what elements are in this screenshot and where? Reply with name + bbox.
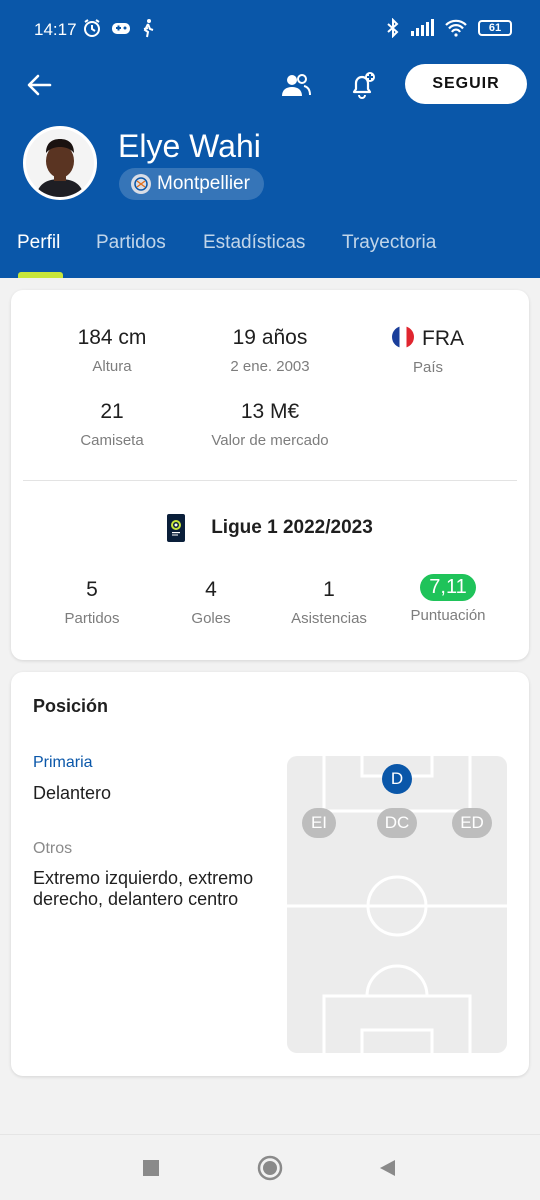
status-bar: 14:17 61 <box>0 0 540 58</box>
market-value-stat: 13 M€ Valor de mercado <box>185 400 355 449</box>
battery-icon: 61 <box>478 20 512 36</box>
follow-button[interactable]: SEGUIR <box>405 64 527 104</box>
player-name: Elye Wahi <box>118 128 261 164</box>
signal-icon <box>411 19 434 36</box>
primary-position-value: Delantero <box>33 783 112 803</box>
active-tab-indicator <box>18 272 63 278</box>
other-positions-value: Extremo izquierdo, extremo derecho, dela… <box>33 868 254 909</box>
other-positions-label: Otros <box>33 840 73 857</box>
wifi-icon <box>445 19 467 37</box>
player-profile: Elye Wahi Montpellier <box>0 124 540 204</box>
player-avatar <box>23 126 97 200</box>
arrow-left-icon <box>27 74 52 96</box>
bell-add-icon <box>352 72 375 99</box>
circle-icon <box>257 1155 283 1181</box>
game-controller-icon <box>112 23 130 34</box>
system-nav-bar <box>0 1134 540 1200</box>
market-value: 13 M€ <box>240 400 300 423</box>
status-time: 14:17 <box>34 20 77 39</box>
position-pitch: D EI DC ED <box>287 756 507 1053</box>
tab-estadisticas[interactable]: Estadísticas <box>203 232 305 254</box>
height-stat: 184 cm Altura <box>27 326 197 375</box>
profile-tabs: Perfil Partidos Estadísticas Trayectoria <box>0 232 540 278</box>
home-button[interactable] <box>257 1155 283 1181</box>
country-stat: FRA País <box>343 326 513 376</box>
bluetooth-icon <box>387 18 399 38</box>
country-label: País <box>412 359 443 376</box>
country-value: FRA <box>422 327 464 350</box>
position-card: Posición Primaria Delantero Otros Extrem… <box>11 672 529 1076</box>
walking-icon <box>143 19 154 38</box>
tab-partidos[interactable]: Partidos <box>96 232 166 254</box>
rating-badge: 7,11 <box>420 574 476 601</box>
club-name: Montpellier <box>157 173 250 194</box>
height-value: 184 cm <box>77 326 147 349</box>
recents-button[interactable] <box>138 1155 164 1181</box>
people-icon <box>282 74 311 96</box>
pitch-position-main: D <box>382 764 412 794</box>
player-photo <box>26 129 94 197</box>
france-flag-icon <box>392 326 414 348</box>
league-title: Ligue 1 2022/2023 <box>211 517 373 538</box>
ligue1-logo-icon <box>167 514 186 542</box>
market-value-label: Valor de mercado <box>211 432 329 449</box>
tab-perfil[interactable]: Perfil <box>17 232 60 254</box>
system-back-button[interactable] <box>374 1155 400 1181</box>
alarm-icon <box>84 19 100 37</box>
tab-trayectoria[interactable]: Trayectoria <box>342 232 436 254</box>
shirt-stat: 21 Camiseta <box>27 400 197 449</box>
pitch-lines <box>287 756 507 1053</box>
triangle-back-icon <box>380 1160 395 1176</box>
square-icon <box>143 1160 159 1176</box>
battery-level: 61 <box>488 22 502 34</box>
rating-label: Puntuación <box>410 607 486 624</box>
position-title: Posición <box>33 696 109 716</box>
app-header: 14:17 61 SEGUIR Elye Wahi Montpellier Pe… <box>0 0 540 278</box>
back-button[interactable] <box>22 68 56 102</box>
notifications-button[interactable] <box>345 68 381 102</box>
age-value: 19 años <box>232 326 308 349</box>
rating-stat[interactable]: 7,11 Puntuación <box>363 574 533 624</box>
club-chip[interactable]: Montpellier <box>119 168 264 200</box>
divider <box>23 480 517 481</box>
top-toolbar: SEGUIR <box>0 60 540 110</box>
player-info-card: 184 cm Altura 19 años 2 ene. 2003 FRA Pa… <box>11 290 529 660</box>
compare-players-button[interactable] <box>278 68 314 102</box>
pitch-position-ei: EI <box>302 808 336 838</box>
pitch-position-dc: DC <box>377 808 417 838</box>
birthdate-label: 2 ene. 2003 <box>230 358 310 375</box>
league-header[interactable]: Ligue 1 2022/2023 <box>11 512 529 544</box>
height-label: Altura <box>92 358 132 375</box>
club-logo-icon <box>131 174 151 194</box>
shirt-label: Camiseta <box>80 432 144 449</box>
age-stat: 19 años 2 ene. 2003 <box>185 326 355 375</box>
pitch-position-ed: ED <box>452 808 492 838</box>
shirt-value: 21 <box>100 400 124 423</box>
primary-position-label: Primaria <box>33 754 93 771</box>
